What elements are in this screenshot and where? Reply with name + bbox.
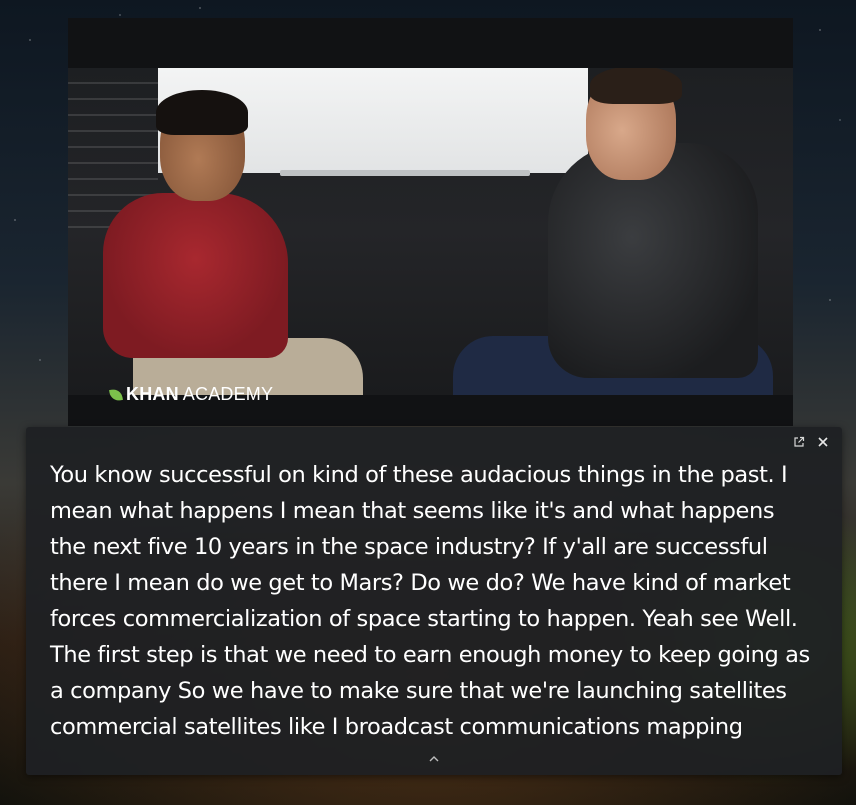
- popout-icon-glyph: [794, 436, 805, 447]
- caption-text: You know successful on kind of these aud…: [50, 462, 810, 740]
- chevron-up-glyph: [429, 756, 439, 762]
- video-watermark-logo: KHAN ACADEMY: [109, 384, 274, 405]
- person-right-hair: [590, 68, 682, 104]
- close-icon[interactable]: [816, 435, 830, 449]
- whiteboard-tray: [280, 170, 530, 176]
- video-frame: [68, 68, 793, 395]
- close-icon-glyph: [818, 437, 828, 447]
- chevron-up-icon[interactable]: [426, 753, 442, 765]
- popout-icon[interactable]: [792, 435, 806, 449]
- logo-regular-text: ACADEMY: [182, 384, 274, 404]
- logo-bold-text: KHAN: [126, 384, 179, 404]
- person-right: [548, 143, 758, 378]
- person-left-hair: [156, 90, 248, 135]
- panel-controls: [792, 435, 830, 449]
- live-caption-panel: You know successful on kind of these aud…: [26, 427, 842, 775]
- person-left: [103, 193, 288, 358]
- video-player[interactable]: KHAN ACADEMY: [68, 18, 793, 426]
- leaf-icon: [109, 387, 123, 402]
